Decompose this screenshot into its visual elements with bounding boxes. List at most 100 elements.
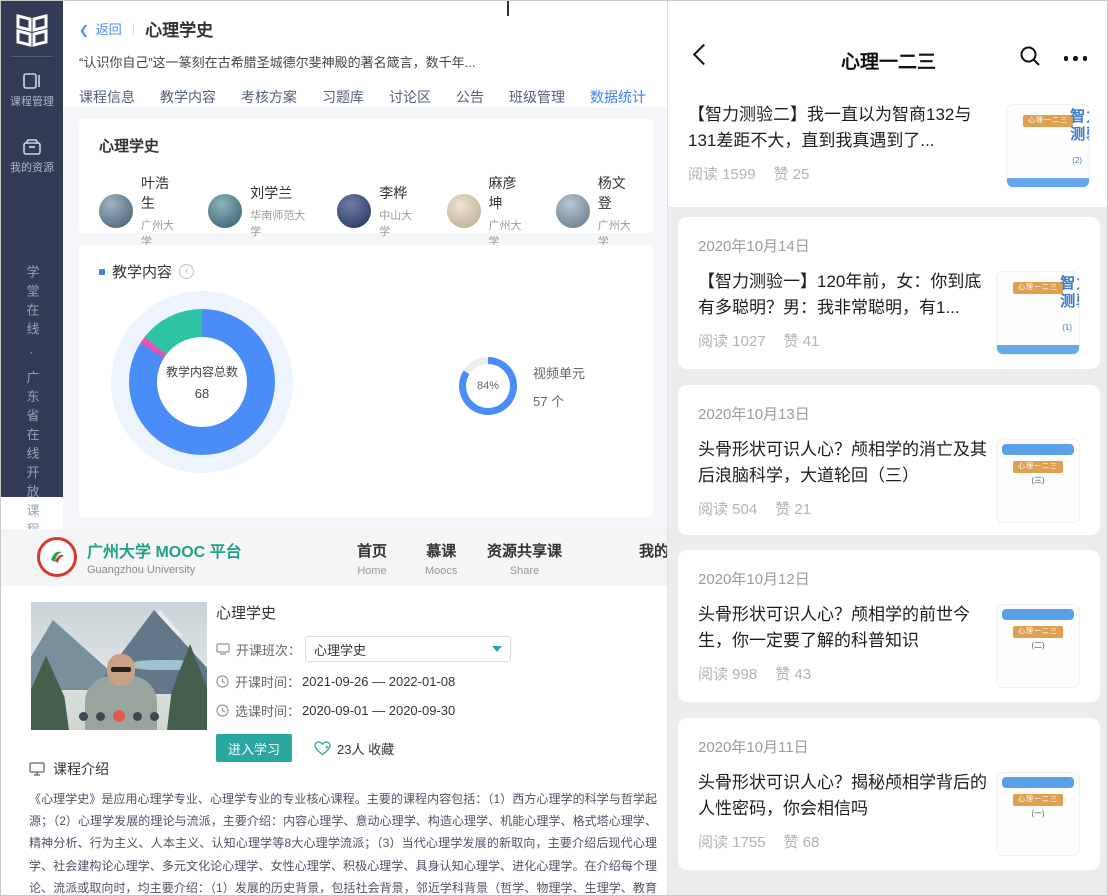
avatar — [99, 194, 133, 228]
sidebar-divider — [11, 56, 53, 57]
instructor-school: 华南师范大学 — [250, 207, 305, 239]
instructor-item[interactable]: 李桦 中山大学 — [337, 173, 414, 249]
article-reads: 阅读 998 — [698, 663, 757, 684]
enroll-time-label: 选课时间： — [235, 701, 300, 720]
article-item[interactable]: 2020年10月14日 【智力测验一】120年前，女：你到底有多聪明？男：我非常… — [678, 217, 1100, 369]
instructor-item[interactable]: 刘学兰 华南师范大学 — [208, 173, 305, 249]
info-icon[interactable]: i — [179, 264, 194, 279]
instructor-name: 叶浩生 — [141, 173, 176, 213]
instructor-item[interactable]: 杨文登 广州大学 — [556, 173, 633, 249]
article-date: 2020年10月14日 — [698, 235, 1080, 256]
more-menu-icon[interactable] — [1064, 56, 1088, 61]
avatar — [208, 194, 242, 228]
article-thumbnail: 心理一二三 智力测验 (2) — [1006, 104, 1090, 188]
screen: 课程管理 我的资源 学堂在线 · 广东省在线开放课程 ❮ 返回 | 心理学史 “… — [0, 0, 1108, 896]
search-icon[interactable] — [1019, 45, 1041, 72]
teaching-content-donut: 教学内容总数 68 — [129, 309, 275, 455]
section-title: 教学内容 — [112, 261, 172, 282]
article-item[interactable]: 【智力测验二】我一直以为智商132与131差距不大，直到我真遇到了... 心理一… — [668, 96, 1108, 206]
instructor-school: 中山大学 — [379, 207, 414, 239]
course-info-card: 心理学史 叶浩生 广州大学 刘学兰 华南师范大学 李桦 中山大学 — [79, 119, 653, 233]
course-admin-header: ❮ 返回 | 心理学史 “认识你自己”这一篆刻在古希腊圣城德尔斐神殿的著名箴言，… — [63, 1, 669, 116]
sidebar-item-label: 我的资源 — [1, 159, 63, 175]
archive-box-icon — [23, 139, 41, 155]
article-reads: 阅读 1755 — [698, 831, 766, 852]
wechat-header: 心理一二三 — [668, 1, 1108, 96]
instructor-item[interactable]: 叶浩生 广州大学 — [99, 173, 176, 249]
mooc-nav-moocs[interactable]: 慕课 Moocs — [425, 540, 457, 577]
instructor-name: 麻彦坤 — [489, 173, 524, 213]
wechat-article-panel: 心理一二三 【智力测验二】我一直以为智商132与131差距不大，直到我真遇到了.… — [667, 1, 1108, 896]
instructor-item[interactable]: 麻彦坤 广州大学 — [447, 173, 524, 249]
video-unit-label: 视频单元 — [533, 363, 585, 382]
monitor-icon — [29, 762, 45, 776]
class-label: 开课班次： — [236, 640, 301, 659]
mooc-nav-home[interactable]: 首页 Home — [357, 540, 387, 577]
article-item[interactable]: 2020年10月13日 头骨形状可识人心？颅相学的消亡及其后浪脑科学，大道轮回（… — [678, 385, 1100, 535]
article-item[interactable]: 2020年10月11日 头骨形状可识人心？揭秘颅相学背后的人性密码，你会相信吗 … — [678, 718, 1100, 870]
article-thumbnail: 心理一二三 颅相学 (二) — [996, 604, 1080, 688]
instructor-name: 李桦 — [379, 183, 414, 203]
clock-icon — [216, 704, 229, 717]
video-unit-pct: 84% — [466, 364, 510, 408]
article-likes: 赞 43 — [775, 663, 811, 684]
chevron-down-icon — [492, 646, 502, 652]
video-unit-count: 57 个 — [533, 391, 585, 410]
mooc-header: 广州大学 MOOC 平台 Guangzhou University 首页 Hom… — [1, 529, 669, 586]
intro-text: 《心理学史》是应用心理学专业、心理学专业的专业核心课程。主要的课程内容包括：（1… — [29, 788, 657, 896]
heart-plus-icon — [314, 741, 331, 756]
guangzhou-university-logo — [37, 537, 77, 577]
article-thumbnail: 心理一二三 颅相学 (三) — [996, 439, 1080, 523]
class-select[interactable]: 心理学史 — [305, 636, 511, 662]
course-banner-photo[interactable] — [31, 602, 207, 730]
donut-center: 教学内容总数 68 — [157, 337, 247, 427]
sidebar-item-label: 课程管理 — [1, 93, 63, 109]
article-date: 2020年10月11日 — [698, 736, 1080, 757]
breadcrumb: ❮ 返回 | 心理学史 — [63, 1, 669, 41]
enter-learning-button[interactable]: 进入学习 — [216, 734, 292, 762]
donut-halo: 教学内容总数 68 — [111, 291, 293, 473]
article-thumbnail: 心理一二三 颅相学 (一) — [996, 772, 1080, 856]
teaching-content-stats-card: 教学内容 i 教学内容总数 68 84% 视频单元 57 个 — [79, 245, 653, 517]
sidebar-item-my-resources[interactable]: 我的资源 — [1, 139, 63, 175]
back-link[interactable]: ❮ 返回 — [79, 19, 122, 38]
start-time-value: 2021-09-26 — 2022-01-08 — [302, 674, 455, 689]
mooc-nav-share[interactable]: 资源共享课 Share — [487, 540, 562, 577]
article-title: 头骨形状可识人心？颅相学的消亡及其后浪脑科学，大道轮回（三） — [698, 437, 998, 490]
instructor-name: 刘学兰 — [250, 183, 305, 203]
mooc-page: 广州大学 MOOC 平台 Guangzhou University 首页 Hom… — [1, 529, 669, 896]
avatar — [556, 194, 590, 228]
breadcrumb-divider: | — [132, 21, 135, 36]
donut-center-value: 68 — [195, 386, 209, 401]
chevron-left-icon: ❮ — [79, 23, 89, 37]
article-title: 头骨形状可识人心？揭秘颅相学背后的人性密码，你会相信吗 — [698, 770, 998, 823]
mooc-brand[interactable]: 广州大学 MOOC 平台 Guangzhou University — [37, 537, 242, 577]
article-item[interactable]: 2020年10月12日 头骨形状可识人心？颅相学的前世今生，你一定要了解的科普知… — [678, 550, 1100, 702]
platform-vertical-title: 学堂在线 · 广东省在线开放课程 — [23, 265, 42, 542]
mooc-nav-mine[interactable]: 我的 — [639, 540, 669, 561]
carousel-dots[interactable] — [79, 710, 159, 722]
instructor-list: 叶浩生 广州大学 刘学兰 华南师范大学 李桦 中山大学 麻彦坤 — [99, 173, 633, 249]
article-likes: 赞 41 — [784, 330, 820, 351]
enroll-time-value: 2020-09-01 — 2020-09-30 — [302, 703, 455, 718]
start-time-label: 开课时间： — [235, 672, 300, 691]
article-date: 2020年10月12日 — [698, 568, 1080, 589]
instructor-name: 杨文登 — [598, 173, 633, 213]
favorite-count: 23人 收藏 — [337, 739, 394, 758]
section-header: 教学内容 i — [99, 261, 633, 282]
article-reads: 阅读 1599 — [688, 163, 756, 184]
book-icon — [23, 73, 41, 89]
article-likes: 赞 68 — [784, 831, 820, 852]
course-name: 心理学史 — [99, 135, 633, 156]
sidebar-item-course-management[interactable]: 课程管理 — [1, 73, 63, 109]
favorite-control[interactable]: 23人 收藏 — [314, 739, 394, 758]
intro-title: 课程介绍 — [53, 759, 109, 779]
wechat-account-title: 心理一二三 — [668, 47, 1108, 74]
course-intro-section: 课程介绍 《心理学史》是应用心理学专业、心理学专业的专业核心课程。主要的课程内容… — [29, 759, 657, 896]
article-title: 【智力测验二】我一直以为智商132与131差距不大，直到我真遇到了... — [688, 102, 988, 155]
mooc-brand-title: 广州大学 MOOC 平台 — [87, 538, 242, 562]
page-title: 心理学史 — [145, 16, 213, 41]
video-unit-stat: 84% 视频单元 57 个 — [459, 357, 585, 415]
avatar — [337, 194, 371, 228]
xuetang-logo-icon[interactable] — [12, 10, 52, 50]
